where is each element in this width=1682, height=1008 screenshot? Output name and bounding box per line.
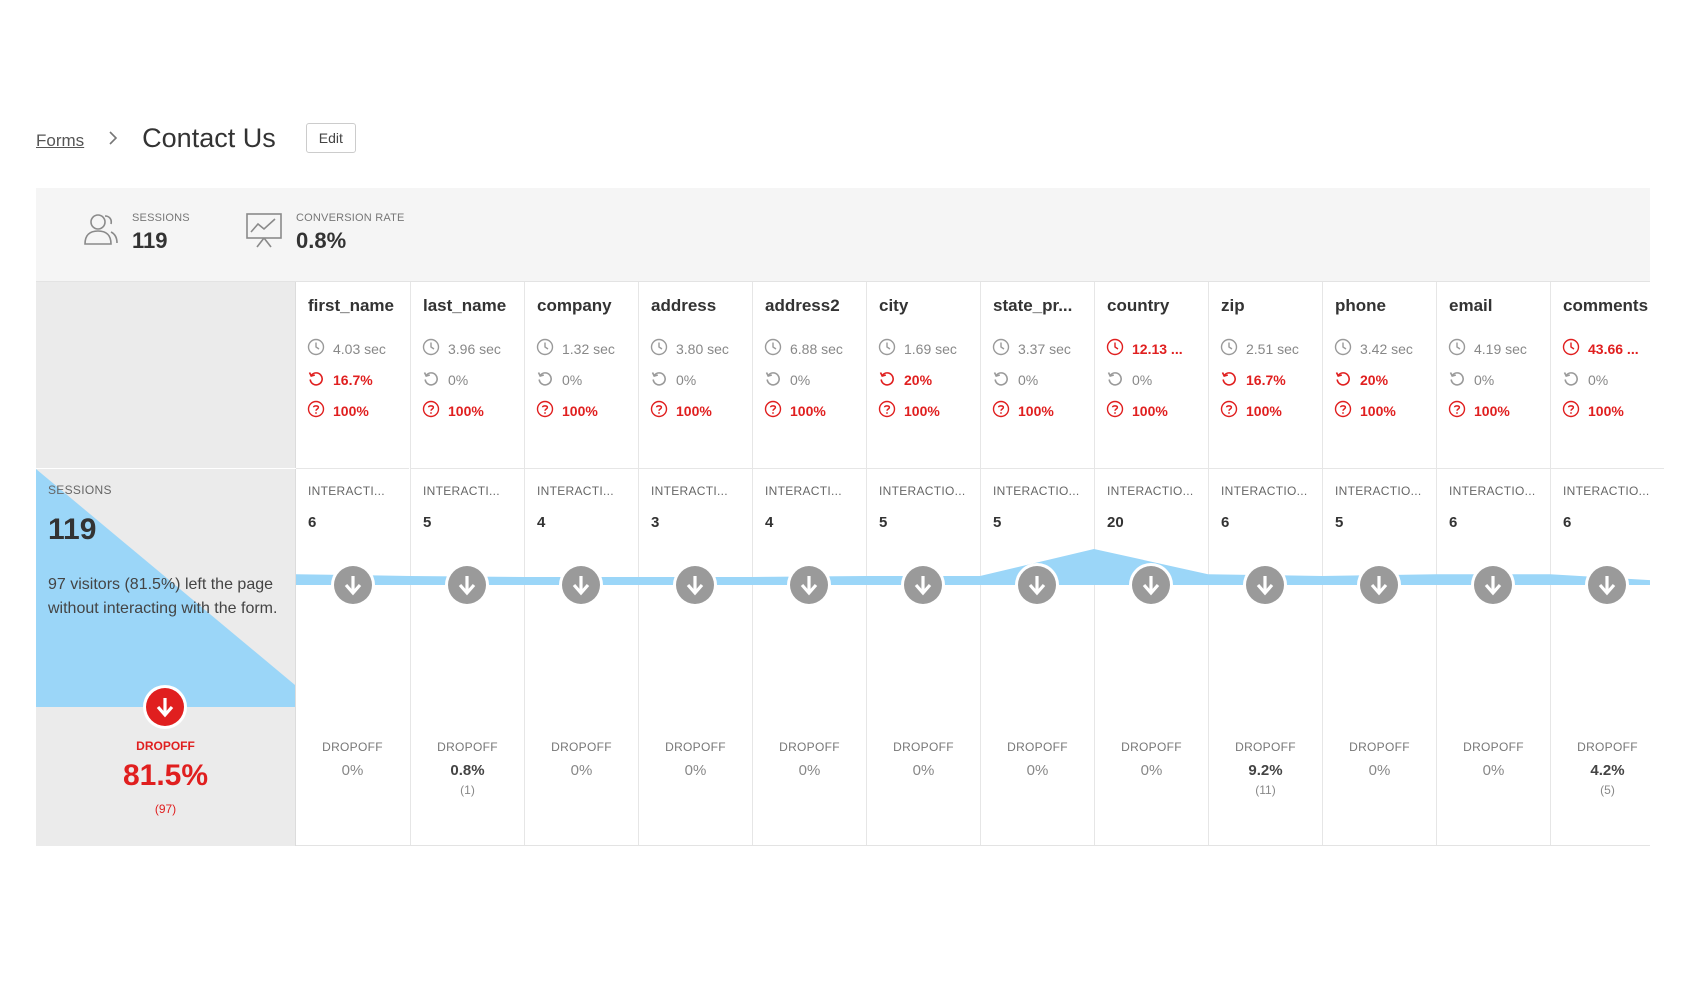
field-dropoff-percent: 0% bbox=[912, 762, 935, 779]
field-dropoff-label: DROPOFF bbox=[1235, 740, 1296, 754]
arrow-down-icon bbox=[156, 698, 174, 718]
field-dropoff-percent: 0% bbox=[570, 762, 593, 779]
field-dropoff-percent: 0% bbox=[1482, 762, 1505, 779]
field-dropoff-count: (1) bbox=[460, 783, 475, 797]
field-dropoff-percent: 0% bbox=[684, 762, 707, 779]
overview-header-cell bbox=[36, 282, 296, 468]
field-dropoff-button[interactable] bbox=[1473, 566, 1512, 604]
field-dropoff-label: DROPOFF bbox=[1463, 740, 1524, 754]
arrow-down-icon bbox=[686, 576, 703, 596]
field-dropoff-percent: 0% bbox=[1368, 762, 1391, 779]
breadcrumb: Forms Contact Us Edit bbox=[36, 118, 356, 158]
arrow-down-icon bbox=[1028, 576, 1045, 596]
users-icon bbox=[84, 214, 118, 245]
arrow-down-icon bbox=[1142, 576, 1159, 596]
field-dropoff-button[interactable] bbox=[1359, 566, 1398, 604]
arrow-down-icon bbox=[800, 576, 817, 596]
arrow-down-icon bbox=[572, 576, 589, 596]
breadcrumb-forms-link[interactable]: Forms bbox=[36, 131, 84, 151]
arrow-down-icon bbox=[458, 576, 475, 596]
field-dropoff-button[interactable] bbox=[1131, 566, 1170, 604]
field-dropoff-label: DROPOFF bbox=[893, 740, 954, 754]
field-dropoff-label: DROPOFF bbox=[779, 740, 840, 754]
arrow-down-icon bbox=[1256, 576, 1273, 596]
arrow-down-icon bbox=[1484, 576, 1501, 596]
field-dropoff-percent: 0.8% bbox=[450, 762, 485, 779]
field-dropoff-count: (5) bbox=[1600, 783, 1615, 797]
sessions-value: 119 bbox=[132, 228, 168, 253]
field-dropoff-percent: 0% bbox=[1140, 762, 1163, 779]
field-dropoff-button[interactable] bbox=[333, 566, 372, 604]
field-dropoff-count: (11) bbox=[1255, 783, 1276, 797]
field-dropoff-button[interactable] bbox=[1587, 566, 1626, 604]
edit-button[interactable]: Edit bbox=[305, 123, 356, 153]
overview-description: 97 visitors (81.5%) left the page withou… bbox=[48, 576, 278, 617]
sessions-label: SESSIONS bbox=[132, 212, 190, 224]
field-dropoff-button[interactable] bbox=[447, 566, 486, 604]
overview-dropoff-count: (97) bbox=[154, 802, 177, 816]
field-dropoff-button[interactable] bbox=[903, 566, 942, 604]
overview-sessions-value: 119 bbox=[48, 513, 97, 546]
form-analytics-panel: SESSIONS 119 CONVERSION RATE 0.8% SESSIO… bbox=[36, 188, 1664, 846]
field-dropoff-button[interactable] bbox=[561, 566, 600, 604]
conversion-stat: CONVERSION RATE 0.8% bbox=[244, 210, 405, 254]
overview-dropoff-button[interactable] bbox=[146, 688, 184, 726]
conversion-label: CONVERSION RATE bbox=[296, 212, 405, 224]
field-dropoff-percent: 9.2% bbox=[1248, 762, 1283, 779]
field-dropoff-button[interactable] bbox=[789, 566, 828, 604]
field-dropoff-button[interactable] bbox=[1017, 566, 1056, 604]
field-dropoff-label: DROPOFF bbox=[1007, 740, 1068, 754]
page-title: Contact Us bbox=[142, 122, 276, 153]
field-dropoff-percent: 0% bbox=[1026, 762, 1049, 779]
interaction-area-chart bbox=[296, 549, 1650, 585]
field-dropoff-label: DROPOFF bbox=[322, 740, 383, 754]
sessions-stat: SESSIONS 119 bbox=[80, 210, 190, 254]
field-dropoff-percent: 0% bbox=[798, 762, 821, 779]
overview-sessions-label: SESSIONS bbox=[48, 483, 112, 497]
overview-dropoff-percent: 81.5% bbox=[122, 759, 209, 792]
field-dropoff-button[interactable] bbox=[1245, 566, 1284, 604]
field-dropoff-percent: 4.2% bbox=[1590, 762, 1625, 779]
field-dropoff-label: DROPOFF bbox=[1577, 740, 1638, 754]
field-dropoff-label: DROPOFF bbox=[551, 740, 612, 754]
interaction-area bbox=[296, 549, 1650, 585]
field-dropoff-label: DROPOFF bbox=[665, 740, 726, 754]
arrow-down-icon bbox=[1370, 576, 1387, 596]
field-dropoff-label: DROPOFF bbox=[1121, 740, 1182, 754]
presentation-chart-icon bbox=[246, 213, 282, 248]
field-dropoff-label: DROPOFF bbox=[437, 740, 498, 754]
arrow-down-icon bbox=[1598, 576, 1615, 596]
overview-dropoff-label: DROPOFF bbox=[136, 739, 195, 753]
conversion-value: 0.8% bbox=[296, 228, 347, 253]
overview-cell: SESSIONS 119 97 visitors (81.5%) left th… bbox=[36, 469, 296, 846]
field-dropoff-button[interactable] bbox=[675, 566, 714, 604]
summary-bar: SESSIONS 119 CONVERSION RATE 0.8% bbox=[36, 188, 1650, 282]
arrow-down-icon bbox=[914, 576, 931, 596]
field-dropoff-label: DROPOFF bbox=[1349, 740, 1410, 754]
arrow-down-icon bbox=[344, 576, 361, 596]
table-bottom-border bbox=[296, 845, 1650, 846]
field-dropoff-percent: 0% bbox=[341, 762, 364, 779]
chevron-right-icon bbox=[109, 131, 118, 145]
